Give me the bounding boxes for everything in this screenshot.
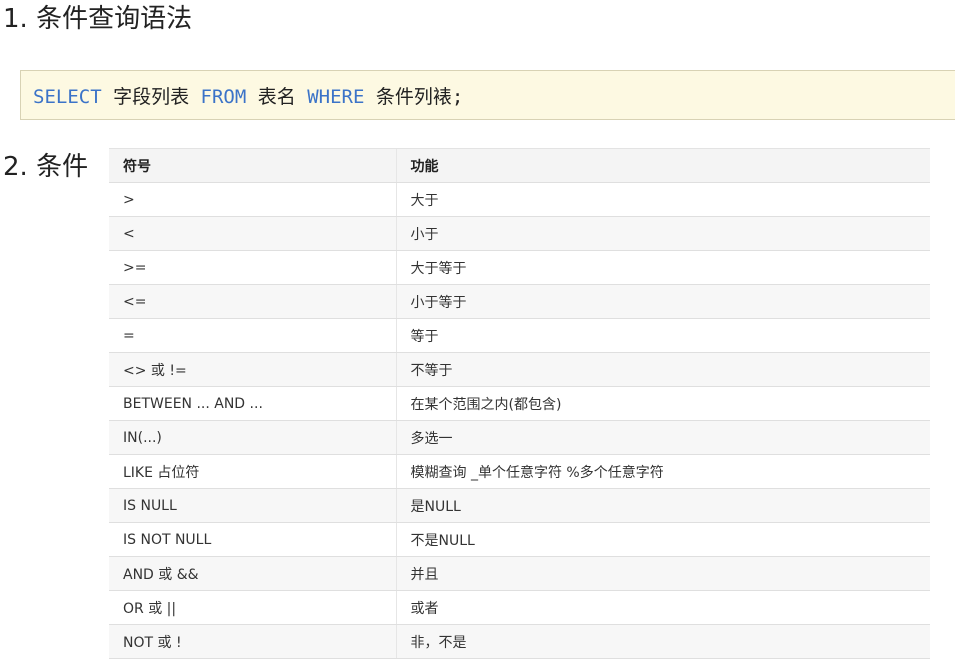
table-row: >= 大于等于 xyxy=(109,250,930,285)
symbol-cell: LIKE 占位符 xyxy=(109,454,396,489)
function-cell: 等于 xyxy=(395,318,930,353)
function-cell: 并且 xyxy=(395,556,930,591)
function-cell: 非，不是 xyxy=(395,624,930,659)
function-cell: 大于 xyxy=(395,182,930,217)
conditions-table: 符号 功能 > 大于 < 小于 >= 大于等于 <= 小于等于 = 等于 <> … xyxy=(109,148,930,659)
symbol-cell: OR 或 || xyxy=(109,590,396,625)
table-row: < 小于 xyxy=(109,216,930,251)
function-cell: 在某个范围之内(都包含) xyxy=(395,386,930,421)
symbol-cell: AND 或 && xyxy=(109,556,396,591)
symbol-cell: >= xyxy=(109,250,396,285)
table-row: AND 或 && 并且 xyxy=(109,556,930,591)
keyword-select: SELECT xyxy=(33,86,102,108)
keyword-from: FROM xyxy=(200,86,247,108)
function-cell: 是NULL xyxy=(395,488,930,523)
table-row: IS NULL 是NULL xyxy=(109,488,930,523)
symbol-cell: NOT 或 ! xyxy=(109,624,396,659)
table-row: = 等于 xyxy=(109,318,930,353)
sql-syntax: SELECT 字段列表 FROM 表名 WHERE 条件列裱; xyxy=(33,85,463,109)
function-cell: 不等于 xyxy=(395,352,930,387)
keyword-where: WHERE xyxy=(307,86,365,108)
code-fields-text: 字段列表 xyxy=(101,86,201,108)
symbol-cell: < xyxy=(109,216,396,251)
symbol-cell: = xyxy=(109,318,396,353)
function-cell: 小于等于 xyxy=(395,284,930,319)
symbol-cell: <= xyxy=(109,284,396,319)
symbol-cell: IN(...) xyxy=(109,420,396,455)
table-row: IS NOT NULL 不是NULL xyxy=(109,522,930,557)
function-cell: 大于等于 xyxy=(395,250,930,285)
symbol-cell: BETWEEN ... AND ... xyxy=(109,386,396,421)
code-block: SELECT 字段列表 FROM 表名 WHERE 条件列裱; xyxy=(20,70,955,120)
table-row: NOT 或 ! 非，不是 xyxy=(109,624,930,659)
symbol-cell: > xyxy=(109,182,396,217)
symbol-cell: <> 或 != xyxy=(109,352,396,387)
table-row: BETWEEN ... AND ... 在某个范围之内(都包含) xyxy=(109,386,930,421)
table-row: <> 或 != 不等于 xyxy=(109,352,930,387)
symbol-cell: IS NULL xyxy=(109,488,396,523)
section2-heading: 2. 条件 xyxy=(3,152,89,182)
function-cell: 多选一 xyxy=(395,420,930,455)
symbol-cell: IS NOT NULL xyxy=(109,522,396,557)
header-function: 功能 xyxy=(395,148,930,183)
section1-heading: 1. 条件查询语法 xyxy=(3,4,193,34)
code-conditions-text: 条件列裱; xyxy=(364,86,464,108)
table-row: > 大于 xyxy=(109,182,930,217)
table-row: IN(...) 多选一 xyxy=(109,420,930,455)
table-row: LIKE 占位符 模糊查询 _单个任意字符 %多个任意字符 xyxy=(109,454,930,489)
header-symbol: 符号 xyxy=(109,148,396,183)
function-cell: 模糊查询 _单个任意字符 %多个任意字符 xyxy=(395,454,930,489)
table-header-row: 符号 功能 xyxy=(109,148,930,183)
function-cell: 或者 xyxy=(395,590,930,625)
table-row: <= 小于等于 xyxy=(109,284,930,319)
function-cell: 小于 xyxy=(395,216,930,251)
function-cell: 不是NULL xyxy=(395,522,930,557)
table-row: OR 或 || 或者 xyxy=(109,590,930,625)
code-table-text: 表名 xyxy=(246,86,308,108)
